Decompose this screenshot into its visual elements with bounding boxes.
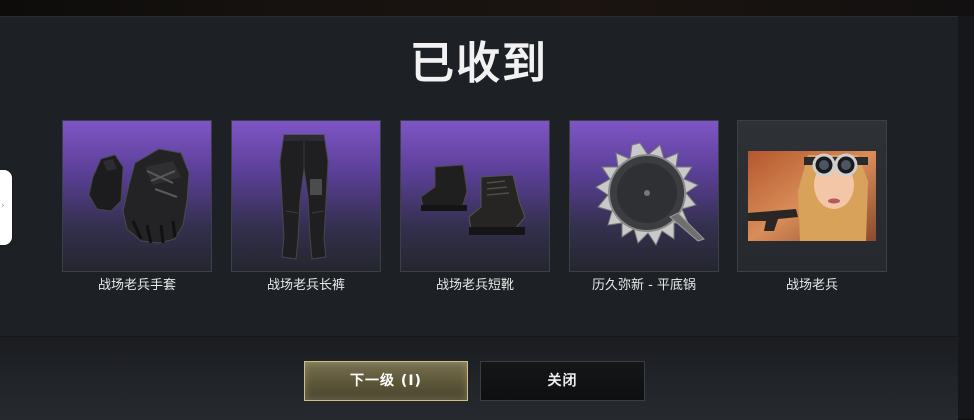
item-label: 战场老兵短靴 xyxy=(435,278,514,293)
sawblade-pan-icon xyxy=(595,142,705,247)
gloves-icon xyxy=(88,148,190,244)
item-label: 战场老兵 xyxy=(785,278,838,293)
side-tab-arrow-icon: › xyxy=(1,201,5,211)
dialog-title: 已收到 xyxy=(410,38,548,89)
boots-icon xyxy=(420,164,526,235)
item-label: 战场老兵手套 xyxy=(97,278,176,293)
next-level-button[interactable]: 下一级 (I) xyxy=(304,361,468,401)
dialog-edge xyxy=(958,16,974,419)
close-button[interactable]: 关闭 xyxy=(480,361,645,401)
item-label: 战场老兵长裤 xyxy=(266,278,345,293)
dialog-footer xyxy=(0,336,958,420)
side-expand-tab[interactable]: › xyxy=(0,170,12,245)
item-thumbnail xyxy=(569,120,719,272)
pants-icon xyxy=(279,134,329,260)
background-strip xyxy=(0,0,974,16)
item-thumbnail xyxy=(737,120,887,272)
item-label: 历久弥新 - 平底锅 xyxy=(592,278,696,293)
character-portrait xyxy=(748,151,876,241)
item-thumbnail xyxy=(231,120,381,272)
item-thumbnail xyxy=(400,120,550,272)
item-thumbnail xyxy=(62,120,212,272)
